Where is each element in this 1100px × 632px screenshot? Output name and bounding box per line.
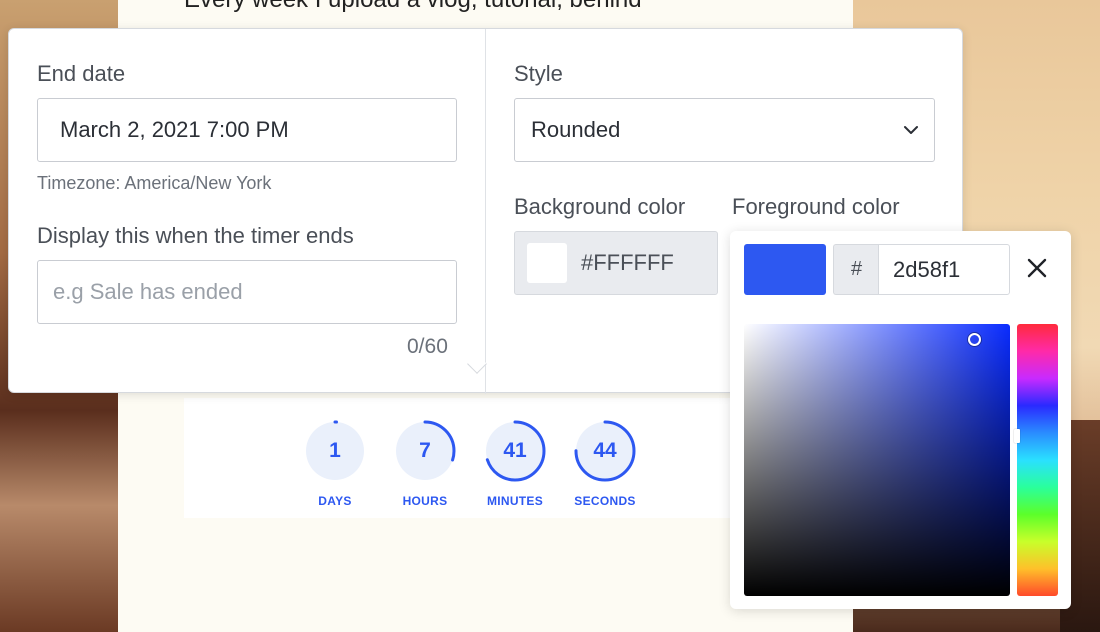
hue-slider[interactable] — [1017, 324, 1058, 596]
ended-message-label: Display this when the timer ends — [37, 223, 354, 248]
style-select[interactable]: Rounded — [514, 98, 935, 162]
countdown-seconds-label: SECONDS — [574, 494, 636, 508]
countdown-minutes-label: MINUTES — [486, 494, 544, 508]
countdown-ring: 1 — [304, 420, 366, 482]
timezone-text: Timezone: America/New York — [37, 173, 272, 193]
hue-slider-handle[interactable] — [1014, 429, 1020, 443]
ended-message-input[interactable] — [37, 260, 457, 324]
saturation-value-picker[interactable] — [744, 324, 1010, 596]
hex-prefix: # — [833, 244, 879, 295]
countdown-seconds: 44 SECONDS — [570, 420, 640, 508]
countdown-ring: 41 — [484, 420, 546, 482]
page-headline: Every week I upload a vlog, tutorial, be… — [184, 0, 784, 14]
countdown-days-value: 1 — [329, 439, 341, 462]
countdown-seconds-value: 44 — [593, 439, 617, 462]
color-preview-swatch — [744, 244, 826, 295]
countdown-minutes: 41 MINUTES — [480, 420, 550, 508]
end-date-label: End date — [37, 61, 126, 86]
countdown-hours: 7 HOURS — [390, 420, 460, 508]
countdown-ring: 44 — [574, 420, 636, 482]
character-counter: 0/60 — [407, 335, 448, 358]
foreground-color-label: Foreground color — [732, 194, 900, 219]
countdown-timer: 1 DAYS 7 HOURS 41 MINUTES 44 SECONDS — [184, 398, 730, 518]
style-select-value: Rounded — [531, 117, 621, 142]
background-color-hex: #FFFFFF — [581, 250, 674, 275]
chevron-down-icon — [904, 126, 918, 134]
countdown-ring: 7 — [394, 420, 456, 482]
color-picker-popover: # — [730, 231, 1071, 609]
background-color-label: Background color — [514, 194, 686, 219]
end-date-input[interactable] — [37, 98, 457, 162]
close-icon[interactable] — [1022, 253, 1052, 283]
countdown-minutes-value: 41 — [503, 439, 527, 462]
background-color-field[interactable]: #FFFFFF — [514, 231, 718, 295]
saturation-handle[interactable] — [968, 333, 981, 346]
countdown-hours-label: HOURS — [402, 494, 448, 508]
background-color-swatch[interactable] — [527, 243, 567, 283]
countdown-days: 1 DAYS — [300, 420, 370, 508]
countdown-hours-value: 7 — [419, 439, 431, 462]
settings-divider — [485, 29, 486, 394]
countdown-days-label: DAYS — [318, 494, 352, 508]
hex-color-input[interactable] — [878, 244, 1010, 295]
style-label: Style — [514, 61, 563, 86]
